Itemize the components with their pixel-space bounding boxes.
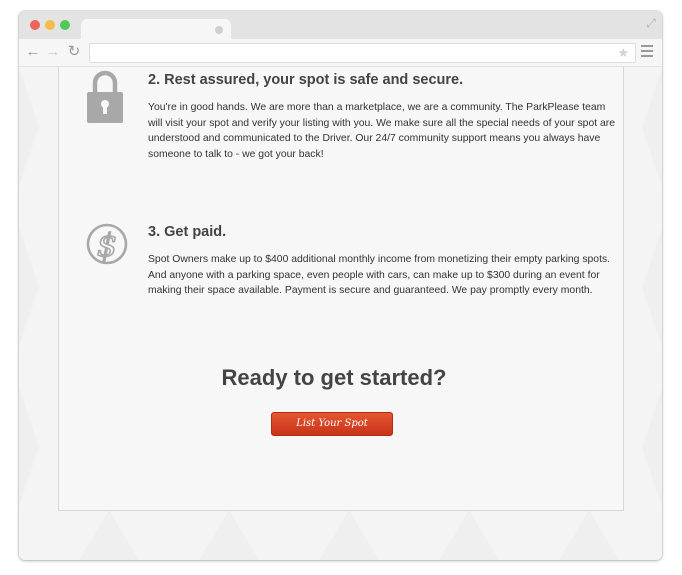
reload-icon[interactable]: ↻ xyxy=(66,43,82,61)
minimize-window-button[interactable] xyxy=(45,20,55,30)
expand-icon[interactable]: ⤢ xyxy=(644,16,658,30)
browser-tab[interactable] xyxy=(81,19,231,40)
address-bar[interactable]: ★ xyxy=(89,43,636,63)
hamburger-menu-icon[interactable] xyxy=(641,45,653,57)
list-your-spot-button[interactable]: List Your Spot xyxy=(271,412,393,436)
page-viewport[interactable]: 2. Rest assured, your spot is safe and s… xyxy=(19,67,662,560)
title-bar: ⤢ xyxy=(19,11,662,40)
browser-window: ⤢ ← → ↻ ★ 2. Rest assured, your spot is … xyxy=(19,11,662,560)
padlock-icon xyxy=(87,70,123,123)
arrow-right-icon[interactable]: → xyxy=(45,43,61,61)
star-icon[interactable]: ★ xyxy=(617,44,629,62)
dollar-coin-icon: $ xyxy=(86,223,128,265)
step-title: 2. Rest assured, your spot is safe and s… xyxy=(148,72,464,88)
zoom-window-button[interactable] xyxy=(60,20,70,30)
svg-text:$: $ xyxy=(97,226,117,264)
step-description: You're in good hands. We are more than a… xyxy=(148,102,616,160)
browser-toolbar: ← → ↻ ★ xyxy=(19,39,662,67)
step-title: 3. Get paid. xyxy=(148,224,227,240)
close-window-button[interactable] xyxy=(30,20,40,30)
content-card: 2. Rest assured, your spot is safe and s… xyxy=(58,67,624,511)
step-description: Spot Owners make up to $400 additional m… xyxy=(148,254,611,297)
arrow-left-icon[interactable]: ← xyxy=(25,43,41,61)
cta-heading: Ready to get started? xyxy=(221,365,447,390)
tab-close-icon[interactable] xyxy=(215,26,223,34)
